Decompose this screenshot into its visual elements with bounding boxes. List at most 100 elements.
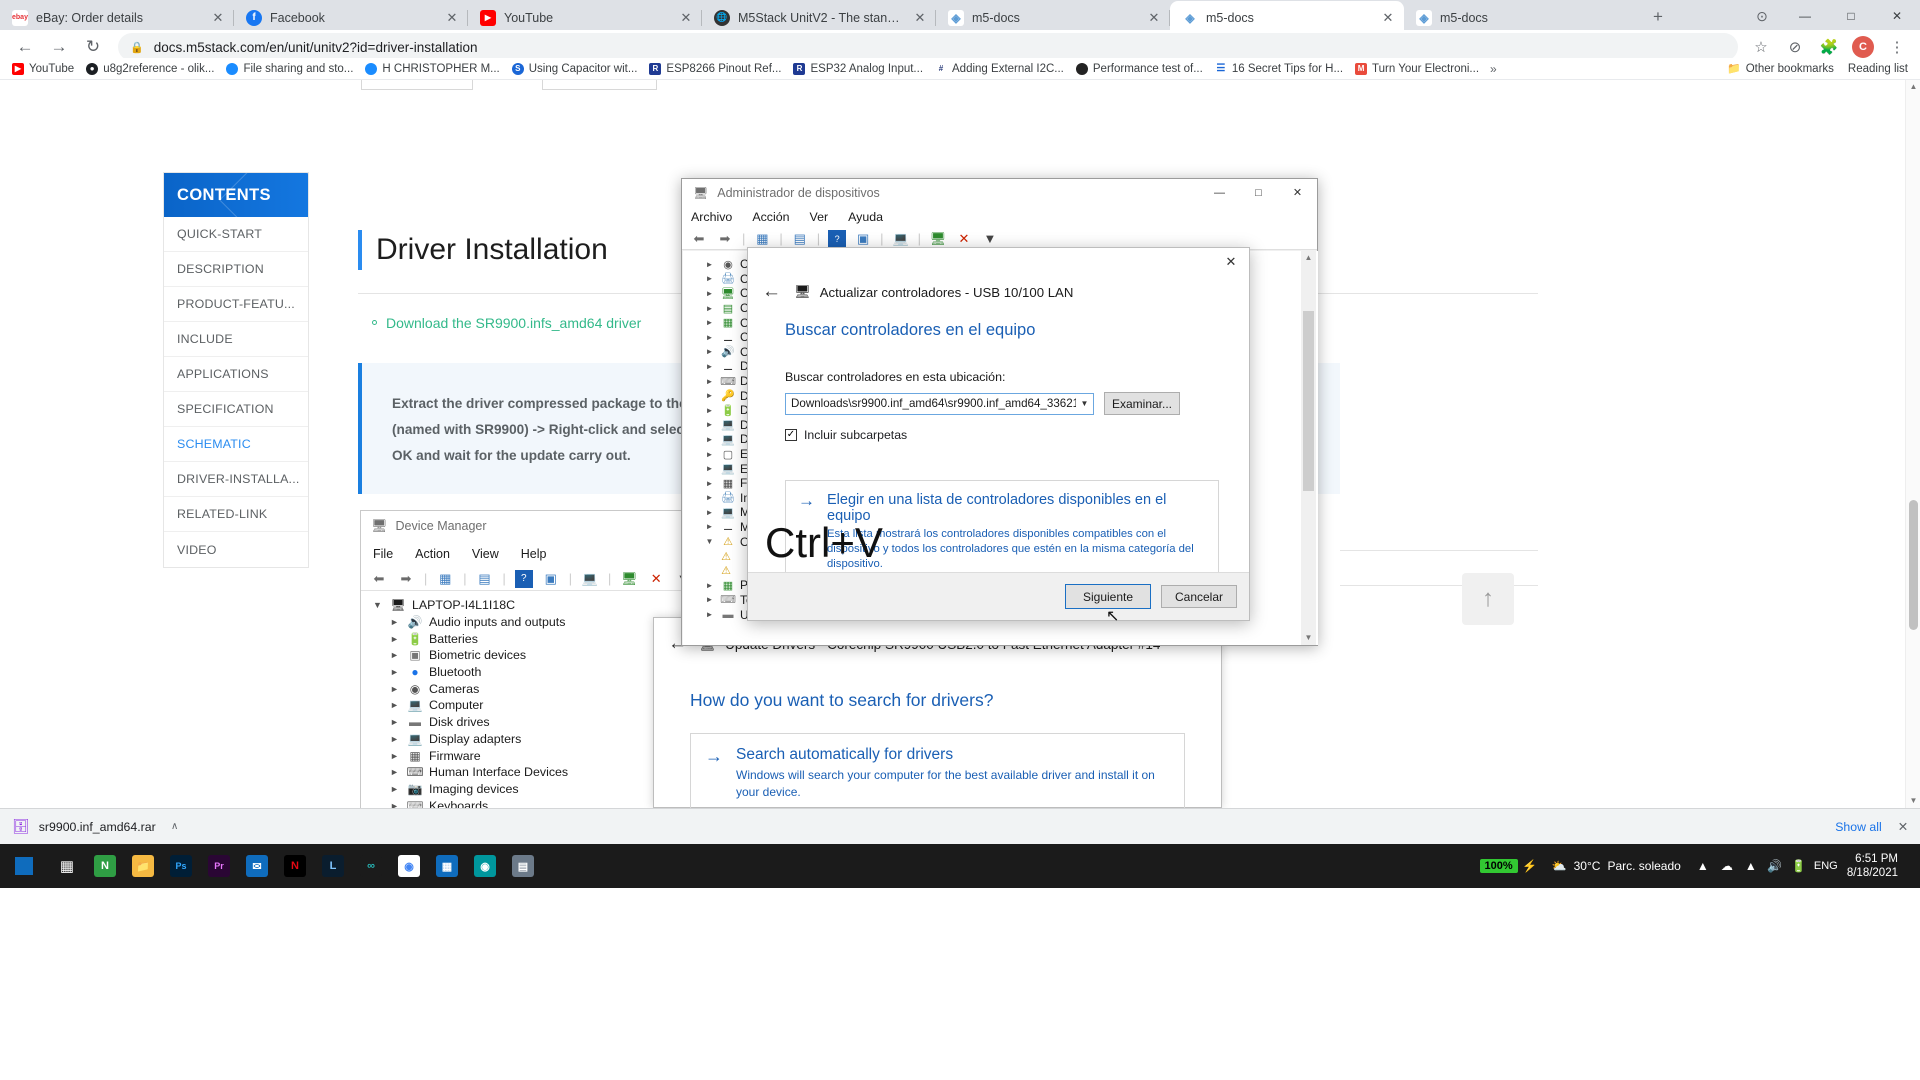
- bookmark-item[interactable]: M Turn Your Electroni...: [1349, 61, 1485, 77]
- minimize-button[interactable]: —: [1200, 179, 1239, 206]
- reading-list-button[interactable]: Reading list: [1842, 61, 1914, 77]
- menu-ver[interactable]: Ver: [810, 210, 829, 224]
- bookmarks-overflow-icon[interactable]: »: [1485, 60, 1502, 78]
- help-icon[interactable]: ?: [828, 230, 846, 248]
- bookmark-item[interactable]: R ESP32 Analog Input...: [787, 61, 929, 77]
- scroll-up-arrow-icon[interactable]: ▲: [1906, 80, 1920, 94]
- back-icon[interactable]: ⬅: [690, 230, 708, 248]
- search-automatically-option[interactable]: → Search automatically for drivers Windo…: [690, 733, 1185, 816]
- chevron-right-icon[interactable]: ►: [703, 435, 716, 444]
- close-icon[interactable]: ✕: [1213, 248, 1249, 276]
- start-button[interactable]: [0, 844, 48, 888]
- chevron-right-icon[interactable]: ►: [703, 493, 716, 502]
- sidebar-item-include[interactable]: INCLUDE: [164, 322, 308, 357]
- taskbar-app-store[interactable]: ▦: [428, 844, 466, 888]
- chevron-right-icon[interactable]: ►: [703, 581, 716, 590]
- maximize-button[interactable]: □: [1828, 0, 1874, 32]
- taskbar-app-photoshop[interactable]: Ps: [162, 844, 200, 888]
- new-tab-button[interactable]: +: [1644, 3, 1672, 31]
- details-icon[interactable]: ▤: [791, 230, 809, 248]
- chevron-right-icon[interactable]: ►: [703, 274, 716, 283]
- download-item[interactable]: 🗄 sr9900.inf_amd64.rar ∧: [12, 817, 185, 837]
- close-downloads-bar-icon[interactable]: ✕: [1898, 820, 1908, 834]
- sidebar-item-driver-installation[interactable]: DRIVER-INSTALLA...: [164, 462, 308, 497]
- tab-close-icon[interactable]: ✕: [1380, 10, 1396, 26]
- close-button[interactable]: ✕: [1278, 179, 1317, 206]
- bookmark-item[interactable]: R ESP8266 Pinout Ref...: [643, 61, 787, 77]
- volume-icon[interactable]: 🔊: [1763, 844, 1787, 888]
- bookmark-item[interactable]: ☰ 16 Secret Tips for H...: [1209, 61, 1349, 77]
- tab-close-icon[interactable]: ✕: [1146, 10, 1162, 26]
- menu-accion[interactable]: Acción: [752, 210, 789, 224]
- taskbar-app-lightroom[interactable]: L: [314, 844, 352, 888]
- page-scrollbar[interactable]: ▲ ▼: [1905, 80, 1920, 808]
- taskbar-app-notepad[interactable]: N: [86, 844, 124, 888]
- taskbar-app-infinity[interactable]: ∞: [352, 844, 390, 888]
- chevron-right-icon[interactable]: ►: [703, 391, 716, 400]
- close-window-button[interactable]: ✕: [1874, 0, 1920, 32]
- show-all-downloads-button[interactable]: Show all: [1835, 820, 1881, 834]
- onedrive-icon[interactable]: ☁: [1715, 844, 1739, 888]
- chevron-down-icon[interactable]: ▼: [703, 537, 716, 546]
- sidebar-item-specification[interactable]: SPECIFICATION: [164, 392, 308, 427]
- panel-icon[interactable]: ▣: [854, 230, 872, 248]
- notification-center-button[interactable]: [1908, 844, 1914, 888]
- menu-ayuda[interactable]: Ayuda: [848, 210, 883, 224]
- bookmark-item[interactable]: ▶ YouTube: [6, 61, 80, 77]
- bookmark-item[interactable]: S Using Capacitor wit...: [506, 61, 644, 77]
- include-subfolders-checkbox[interactable]: ✓: [785, 429, 797, 441]
- sidebar-item-schematic[interactable]: SCHEMATIC: [164, 427, 308, 462]
- dm-es-scrollbar[interactable]: ▲ ▼: [1301, 251, 1316, 645]
- sidebar-item-video[interactable]: VIDEO: [164, 532, 308, 567]
- tab-close-icon[interactable]: ✕: [678, 10, 694, 26]
- chevron-right-icon[interactable]: ►: [703, 333, 716, 342]
- taskbar-app-device-manager[interactable]: ▤: [504, 844, 542, 888]
- chevron-right-icon[interactable]: ►: [703, 318, 716, 327]
- chevron-right-icon[interactable]: ►: [703, 289, 716, 298]
- taskbar-app-arduino[interactable]: ◉: [466, 844, 504, 888]
- chevron-right-icon[interactable]: ►: [703, 347, 716, 356]
- sidebar-item-quick-start[interactable]: QUICK-START: [164, 217, 308, 252]
- menu-archivo[interactable]: Archivo: [691, 210, 732, 224]
- other-bookmarks-folder[interactable]: 📁 Other bookmarks: [1721, 60, 1840, 77]
- taskbar-app-mail[interactable]: ✉: [238, 844, 276, 888]
- add-device-icon[interactable]: 🖥: [929, 230, 947, 248]
- include-subfolders-row[interactable]: ✓ Incluir subcarpetas: [748, 415, 1249, 442]
- taskbar-app-premiere[interactable]: Pr: [200, 844, 238, 888]
- minimize-button[interactable]: —: [1782, 0, 1828, 32]
- address-bar[interactable]: 🔒 docs.m5stack.com/en/unit/unitv2?id=dri…: [118, 33, 1738, 61]
- bookmark-item[interactable]: H CHRISTOPHER M...: [359, 61, 505, 77]
- chevron-right-icon[interactable]: ►: [703, 610, 716, 619]
- location-combobox[interactable]: Downloads\sr9900.inf_amd64\sr9900.inf_am…: [785, 393, 1094, 415]
- taskbar-app-chrome[interactable]: ◉: [390, 844, 428, 888]
- chevron-right-icon[interactable]: ►: [703, 479, 716, 488]
- bookmark-item[interactable]: # Adding External I2C...: [929, 61, 1070, 77]
- weather-widget[interactable]: ⛅ 30°C Parc. soleado: [1542, 859, 1691, 873]
- language-indicator[interactable]: ENG: [1811, 844, 1841, 888]
- sidebar-item-description[interactable]: DESCRIPTION: [164, 252, 308, 287]
- tab-close-icon[interactable]: ✕: [444, 10, 460, 26]
- cancel-button[interactable]: Cancelar: [1161, 585, 1237, 608]
- chevron-right-icon[interactable]: ►: [703, 420, 716, 429]
- scroll-down-arrow-icon[interactable]: ▼: [1906, 794, 1920, 808]
- chevron-up-icon[interactable]: ▲: [1691, 844, 1715, 888]
- chevron-right-icon[interactable]: ►: [703, 260, 716, 269]
- scan-icon[interactable]: 💻: [892, 230, 910, 248]
- chevron-right-icon[interactable]: ►: [703, 450, 716, 459]
- scroll-up-arrow-icon[interactable]: ▲: [1301, 251, 1316, 265]
- chevron-right-icon[interactable]: ►: [703, 595, 716, 604]
- remove-device-icon[interactable]: ✕: [955, 230, 973, 248]
- chevron-right-icon[interactable]: ►: [703, 377, 716, 386]
- sidebar-item-product-features[interactable]: PRODUCT-FEATU...: [164, 287, 308, 322]
- properties-icon[interactable]: ▦: [753, 230, 771, 248]
- scroll-down-arrow-icon[interactable]: ▼: [1301, 631, 1316, 645]
- browse-button[interactable]: Examinar...: [1104, 392, 1180, 415]
- tab-close-icon[interactable]: ✕: [912, 10, 928, 26]
- chevron-down-icon[interactable]: ▼: [1076, 394, 1093, 414]
- network-icon[interactable]: ▲: [1739, 844, 1763, 888]
- sidebar-item-related-link[interactable]: RELATED-LINK: [164, 497, 308, 532]
- sidebar-item-applications[interactable]: APPLICATIONS: [164, 357, 308, 392]
- scrollbar-thumb[interactable]: [1909, 500, 1918, 630]
- chevron-right-icon[interactable]: ►: [703, 522, 716, 531]
- profile-extra-icon[interactable]: ⊙: [1742, 0, 1782, 32]
